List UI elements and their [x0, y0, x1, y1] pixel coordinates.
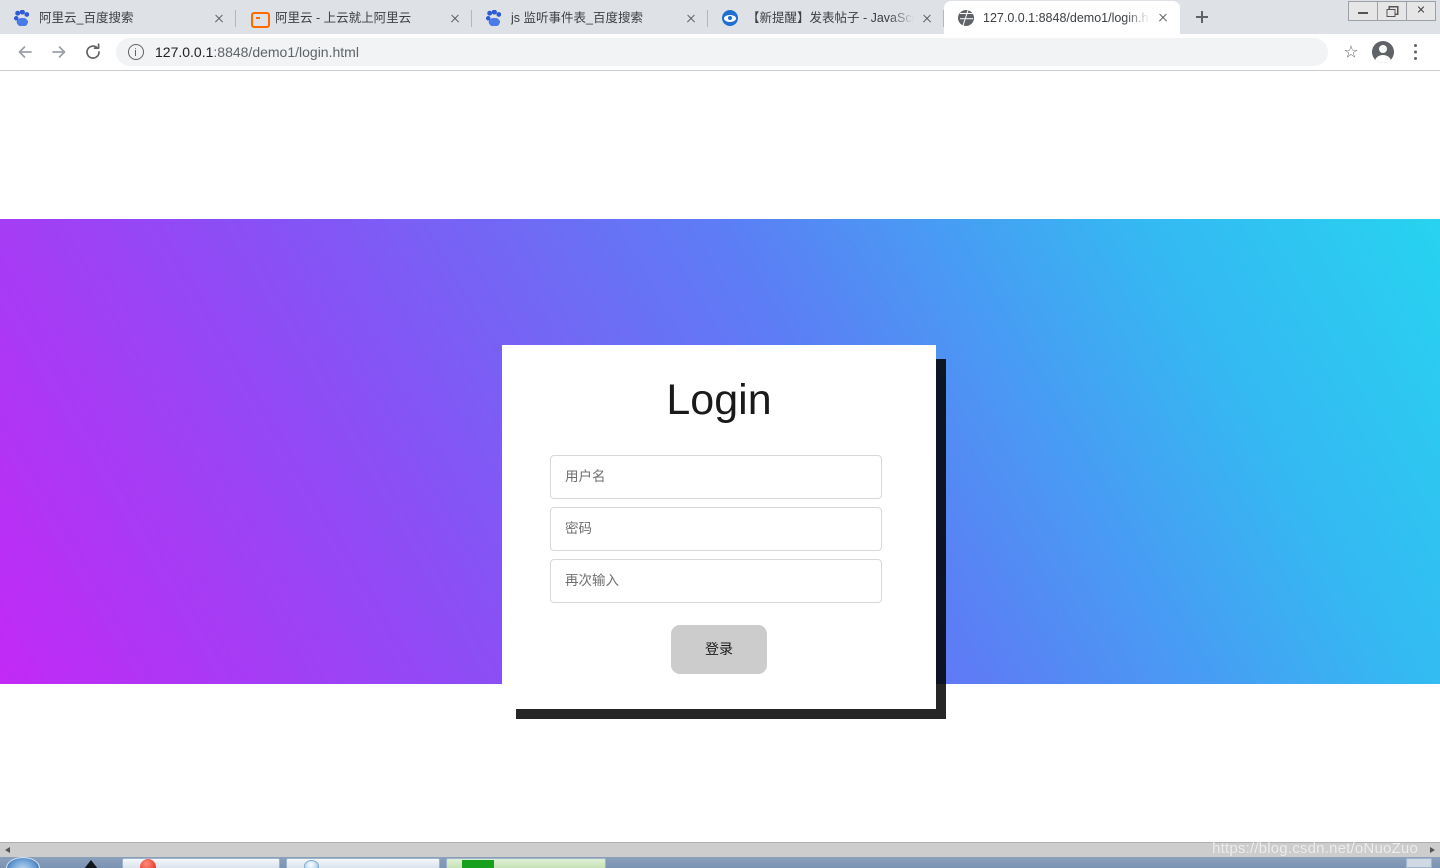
tab-title: js 监听事件表_百度搜索	[511, 11, 643, 25]
kebab-dots-icon	[1413, 44, 1417, 47]
baidu-icon	[14, 10, 30, 26]
password-input[interactable]	[550, 506, 882, 551]
arrow-right-icon	[52, 46, 66, 58]
reload-icon	[86, 43, 100, 59]
windows-taskbar	[0, 857, 1440, 868]
taskbar-tray[interactable]	[1406, 858, 1432, 868]
tab-title: 阿里云 - 上云就上阿里云	[275, 11, 412, 25]
horizontal-scrollbar[interactable]	[0, 842, 1440, 858]
scroll-track[interactable]	[15, 842, 1425, 858]
close-icon[interactable]	[918, 9, 936, 27]
chrome-menu-icon[interactable]	[1400, 37, 1430, 67]
aliyun-icon	[250, 10, 270, 28]
close-icon[interactable]	[682, 9, 700, 27]
browser-tab[interactable]: 【新提醒】发表帖子 - JavaScrip	[708, 2, 944, 34]
bookmark-star-icon[interactable]: ☆	[1336, 37, 1366, 67]
page-viewport: Login 登录	[0, 71, 1440, 834]
star-glyph: ☆	[1343, 42, 1359, 62]
page-title: Login	[666, 376, 772, 424]
login-form: 登录	[502, 454, 936, 674]
minimize-button[interactable]	[1348, 1, 1378, 21]
baidu-icon	[486, 10, 502, 26]
new-tab-button[interactable]	[1188, 3, 1216, 31]
submit-row: 登录	[550, 624, 888, 674]
forward-button[interactable]	[44, 37, 74, 67]
browser-tab[interactable]: 阿里云_百度搜索	[0, 2, 236, 34]
login-card: Login 登录	[502, 345, 936, 709]
show-hidden-icons-icon[interactable]	[84, 860, 98, 868]
address-bar[interactable]: 127.0.0.1:8848/demo1/login.html	[116, 38, 1328, 66]
tab-title: 阿里云_百度搜索	[39, 11, 134, 25]
window-controls: ✕	[1348, 1, 1436, 21]
back-button[interactable]	[10, 37, 40, 67]
taskbar-app-icon[interactable]	[304, 860, 319, 868]
close-window-button[interactable]: ✕	[1406, 1, 1436, 21]
confirm-password-input[interactable]	[550, 558, 882, 603]
login-button[interactable]: 登录	[671, 624, 767, 674]
scroll-left-icon[interactable]	[0, 842, 15, 858]
taskbar-app-icon[interactable]	[140, 859, 156, 868]
profile-avatar-icon[interactable]	[1368, 37, 1398, 67]
close-icon[interactable]	[1154, 9, 1172, 27]
start-button-icon[interactable]	[6, 857, 40, 868]
tab-title: 【新提醒】发表帖子 - JavaScrip	[747, 11, 914, 25]
close-icon[interactable]	[446, 9, 464, 27]
close-icon[interactable]	[210, 9, 228, 27]
taskbar-app-icon[interactable]	[462, 860, 494, 868]
browser-window: 阿里云_百度搜索 阿里云 - 上云就上阿里云 js 监听事件表_百度搜索 【新提…	[0, 0, 1440, 868]
arrow-left-icon	[18, 46, 32, 58]
tab-title: 127.0.0.1:8848/demo1/login.h	[983, 10, 1149, 25]
info-icon[interactable]	[128, 44, 144, 60]
forum-icon	[722, 10, 738, 26]
browser-tab[interactable]: js 监听事件表_百度搜索	[472, 2, 708, 34]
username-input[interactable]	[550, 454, 882, 499]
url-path: :8848/demo1/login.html	[213, 44, 359, 60]
url-host: 127.0.0.1	[155, 44, 214, 60]
globe-icon	[958, 9, 974, 26]
scroll-right-icon[interactable]	[1425, 842, 1440, 858]
browser-toolbar: 127.0.0.1:8848/demo1/login.html ☆	[0, 34, 1440, 71]
browser-tab[interactable]: 阿里云 - 上云就上阿里云	[236, 2, 472, 34]
reload-button[interactable]	[78, 37, 108, 67]
maximize-button[interactable]	[1377, 1, 1407, 21]
browser-tab-active[interactable]: 127.0.0.1:8848/demo1/login.h	[944, 1, 1180, 34]
tab-strip: 阿里云_百度搜索 阿里云 - 上云就上阿里云 js 监听事件表_百度搜索 【新提…	[0, 0, 1440, 34]
avatar	[1372, 41, 1394, 63]
